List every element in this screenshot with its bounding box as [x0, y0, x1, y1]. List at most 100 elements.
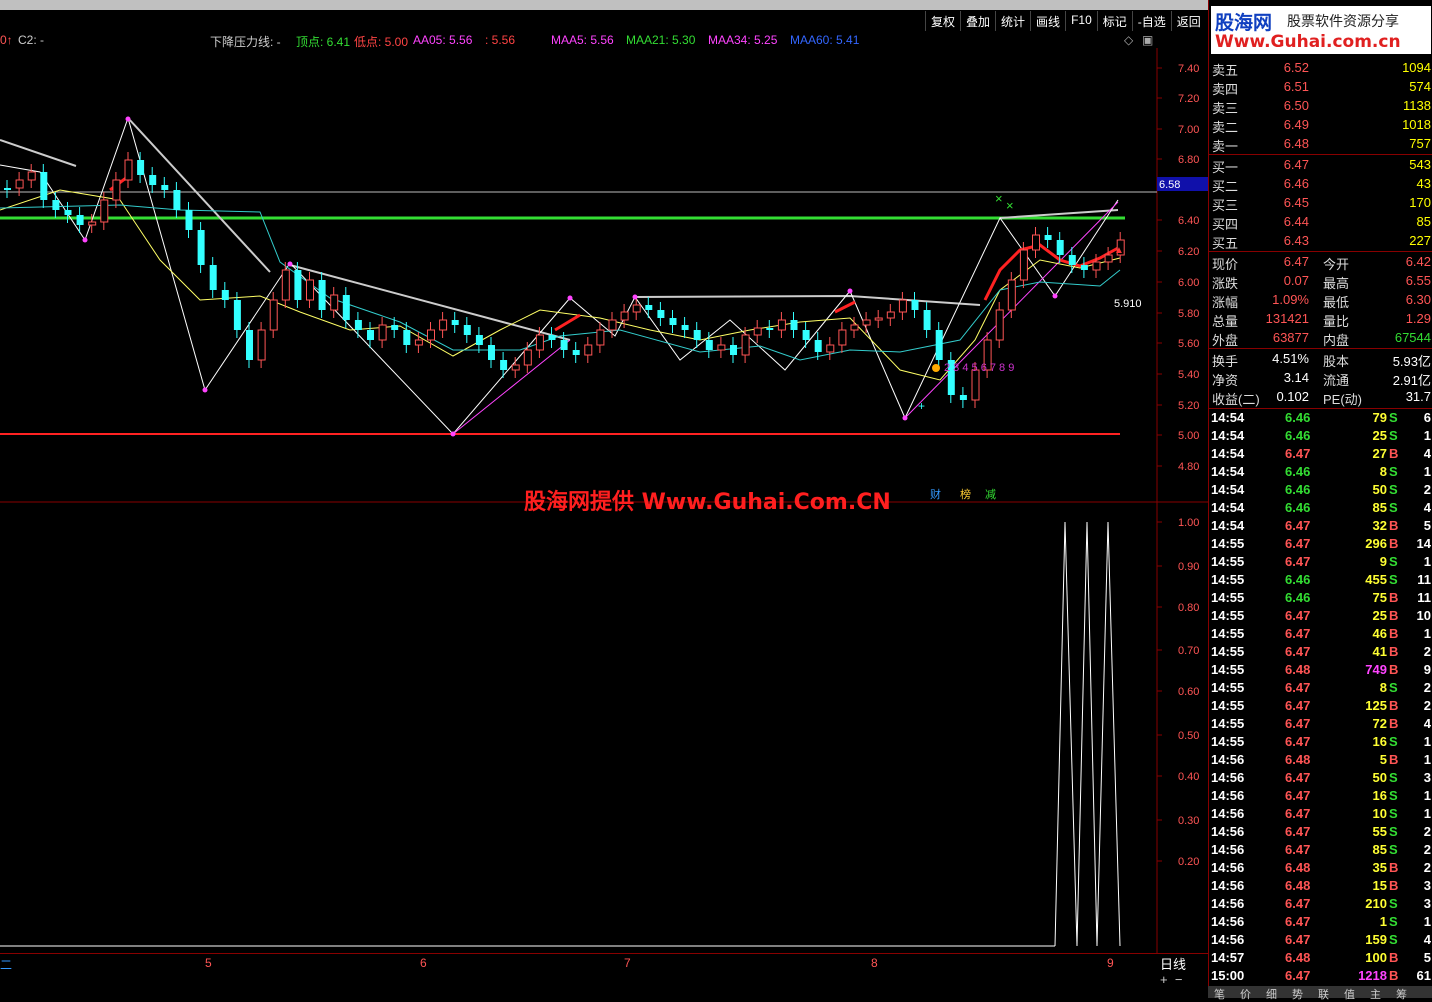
tick-time: 14:56 — [1211, 878, 1245, 893]
tick-side: S — [1389, 932, 1398, 947]
tick-count: 5 — [1423, 950, 1431, 965]
tick-time: 14:55 — [1211, 680, 1245, 695]
candle-down — [1056, 240, 1064, 255]
toolbar-button[interactable]: 标记 — [1096, 11, 1132, 31]
tick-time: 14:55 — [1211, 554, 1245, 569]
order-book-row[interactable]: 卖四 6.51 574 — [1209, 78, 1432, 97]
tick-count: 4 — [1423, 932, 1431, 947]
stat-value: 5.93亿 — [1392, 354, 1431, 369]
order-book-row[interactable]: 卖一 6.48 757 — [1209, 135, 1432, 154]
tick-count: 2 — [1423, 842, 1431, 857]
tick-row: 14:56 6.48 15 B 3 — [1209, 878, 1432, 896]
tick-volume: 1218 — [1358, 968, 1387, 983]
panel-tab[interactable]: 筹 — [1396, 986, 1407, 1002]
tick-row: 14:56 6.47 159 S 4 — [1209, 932, 1432, 950]
toolbar-button[interactable]: 画线 — [1030, 11, 1065, 31]
candle-down — [1068, 255, 1076, 265]
level-volume: 1094 — [1402, 60, 1431, 75]
x-label: 7 — [624, 956, 631, 970]
tick-count: 1 — [1423, 752, 1431, 767]
stat-value: 1.29 — [1405, 311, 1431, 326]
candle-down — [246, 330, 253, 360]
candle-up — [898, 299, 907, 313]
toolbar-button[interactable]: 复权 — [925, 11, 960, 31]
level-price: 6.46 — [1283, 176, 1309, 191]
order-book-row[interactable]: 卖五 6.52 1094 — [1209, 59, 1432, 78]
candle-up — [511, 364, 520, 371]
zoom-in-icon[interactable]: + — [1160, 972, 1168, 987]
support-line-1 — [452, 339, 571, 435]
level-price: 6.49 — [1283, 117, 1309, 132]
stat-row: 外盘 63877 内盘 67544 — [1209, 329, 1432, 348]
candle-down — [64, 210, 72, 215]
panel-tab[interactable]: 主 — [1370, 986, 1381, 1002]
candle-up — [330, 294, 339, 311]
candle-up — [100, 199, 109, 223]
order-book-row[interactable]: 买三 6.45 170 — [1209, 194, 1432, 213]
indicator-tick-label: 0.30 — [1178, 815, 1199, 827]
tick-volume: 5 — [1379, 752, 1387, 767]
order-book-row[interactable]: 买一 6.47 543 — [1209, 156, 1432, 175]
price-tick-label: 7.40 — [1178, 63, 1199, 75]
x-label: 6 — [420, 956, 427, 970]
panel-tab[interactable]: 价 — [1240, 986, 1251, 1002]
order-book-row[interactable]: 卖三 6.50 1138 — [1209, 97, 1432, 116]
diamond-icon[interactable]: ◇ — [1124, 33, 1133, 47]
tick-count: 3 — [1423, 770, 1431, 785]
tick-side: S — [1389, 788, 1398, 803]
toolbar-button[interactable]: -自选 — [1131, 11, 1171, 31]
toolbar-button[interactable]: 叠加 — [960, 11, 995, 31]
candle-down — [560, 340, 568, 350]
tick-time: 14:55 — [1211, 536, 1245, 551]
panel-tab[interactable]: 势 — [1292, 986, 1303, 1002]
tick-time: 14:55 — [1211, 734, 1245, 749]
order-book-row[interactable]: 买四 6.44 85 — [1209, 213, 1432, 232]
order-book-row[interactable]: 买五 6.43 227 — [1209, 232, 1432, 251]
candle-up — [306, 279, 314, 301]
indicator-tick-label: 0.60 — [1178, 686, 1199, 698]
stat-row: 现价 6.47 今开 6.42 — [1209, 253, 1432, 272]
toolbar-button[interactable]: F10 — [1065, 11, 1097, 31]
panel-tab[interactable]: 值 — [1344, 986, 1355, 1002]
tick-side: S — [1389, 482, 1398, 497]
zoom-out-icon[interactable]: − — [1175, 972, 1183, 987]
panel-tab[interactable]: 细 — [1266, 986, 1277, 1002]
stat-row: 总量 131421 量比 1.29 — [1209, 310, 1432, 329]
logo-slogan: 股票软件资源分享 — [1287, 14, 1399, 30]
stat-value: 131421 — [1265, 311, 1309, 326]
tick-row: 14:56 6.47 210 S 3 — [1209, 896, 1432, 914]
candle-down — [935, 330, 943, 360]
panel-tab[interactable]: 联 — [1318, 986, 1329, 1002]
price-tick-label: 5.60 — [1178, 338, 1199, 350]
order-book-row[interactable]: 卖二 6.49 1018 — [1209, 116, 1432, 135]
indicator-tick-label: 0.20 — [1178, 856, 1199, 868]
panel-tab[interactable]: 笔 — [1214, 986, 1225, 1002]
period-label[interactable]: 日线 — [1160, 954, 1186, 973]
tick-row: 15:00 6.47 1218 B 61 — [1209, 968, 1432, 986]
zoom-controls[interactable]: + − — [1160, 972, 1182, 987]
panel-toggle-icon[interactable]: ▣ — [1142, 33, 1153, 47]
tick-price: 6.47 — [1285, 698, 1311, 713]
pivot-markers — [82, 116, 1058, 437]
order-book-row[interactable]: 买二 6.46 43 — [1209, 175, 1432, 194]
tick-row: 14:55 6.48 749 B 9 — [1209, 662, 1432, 680]
tick-row: 14:55 6.47 16 S 1 — [1209, 734, 1432, 752]
toolbar-button[interactable]: 统计 — [995, 11, 1030, 31]
tick-row: 14:56 6.47 16 S 1 — [1209, 788, 1432, 806]
tick-row: 14:54 6.46 50 S 2 — [1209, 482, 1432, 500]
stat-row: 收益(二) 0.102 PE(动) 31.7 — [1209, 388, 1432, 407]
indicator-tick-label: 0.80 — [1178, 602, 1199, 614]
candle-down — [488, 345, 495, 360]
candle-up — [886, 311, 895, 319]
level-label: 买三 — [1212, 198, 1239, 213]
candle-up — [584, 344, 593, 356]
tick-row: 14:57 6.48 100 B 5 — [1209, 950, 1432, 968]
candle-up — [1104, 254, 1113, 263]
toolbar-button[interactable]: 返回 — [1170, 11, 1206, 31]
candle-down — [52, 200, 60, 210]
level-volume: 757 — [1409, 136, 1431, 151]
level-price: 6.44 — [1283, 214, 1309, 229]
watermark-text: 股海网提供 Www.Guhai.Com.CN — [524, 490, 891, 515]
candle-up — [777, 319, 786, 331]
tick-count: 6 — [1423, 410, 1431, 425]
